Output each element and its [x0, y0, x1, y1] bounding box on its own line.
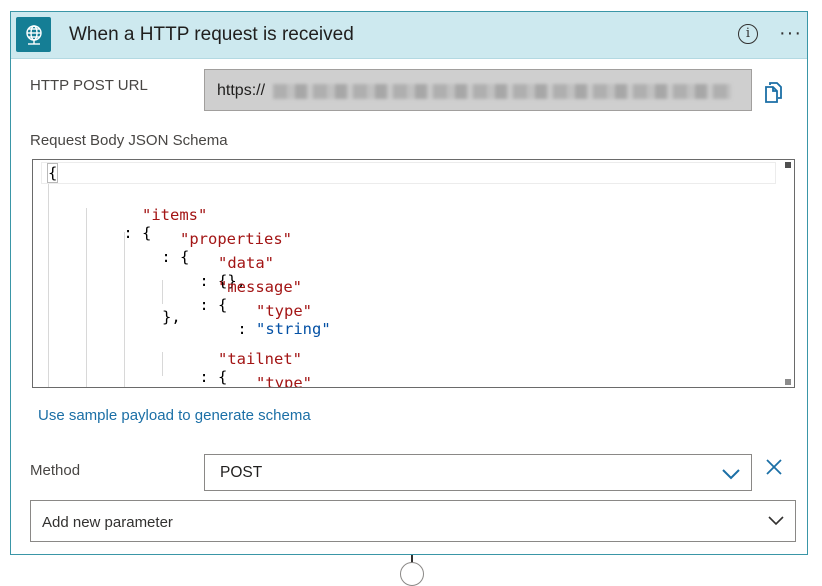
method-dropdown[interactable]: POST: [204, 454, 752, 491]
json-schema-editor[interactable]: { "items" : { "properties" : { "data" : …: [32, 159, 795, 388]
scroll-marker-top: [785, 162, 791, 168]
indent-guide: [48, 184, 49, 387]
globe-request-icon: [16, 17, 51, 52]
chevron-down-icon: [767, 514, 785, 533]
code-line: {: [48, 164, 58, 182]
add-parameter-placeholder: Add new parameter: [42, 514, 173, 531]
ellipsis-icon[interactable]: ···: [779, 22, 802, 45]
current-line-highlight: [41, 162, 776, 184]
card-header[interactable]: When a HTTP request is received i ···: [11, 12, 807, 59]
code-line: },: [162, 308, 181, 326]
schema-label: Request Body JSON Schema: [30, 132, 228, 149]
chevron-down-icon: [721, 463, 741, 488]
close-icon[interactable]: [765, 458, 783, 481]
copy-icon[interactable]: [763, 80, 785, 104]
add-new-parameter-dropdown[interactable]: Add new parameter: [30, 500, 796, 542]
card-title: When a HTTP request is received: [69, 24, 354, 45]
json-type-string: "type": [256, 374, 312, 388]
method-label: Method: [30, 462, 81, 479]
http-post-url-label: HTTP POST URL: [30, 77, 148, 94]
code-line: "type" : "string": [200, 356, 331, 388]
json-type-string: "type": [256, 302, 312, 320]
scroll-marker-bottom: [785, 379, 791, 385]
editor-scrollbar[interactable]: [780, 160, 794, 387]
url-redacted: [273, 84, 731, 99]
method-value: POST: [220, 464, 263, 481]
trigger-card: When a HTTP request is received i ··· HT…: [10, 11, 808, 555]
code-line: "type" : "string": [200, 284, 330, 338]
info-icon[interactable]: i: [738, 24, 758, 44]
http-post-url-field[interactable]: https://: [204, 69, 752, 111]
add-step-button[interactable]: [400, 562, 424, 586]
use-sample-payload-link[interactable]: Use sample payload to generate schema: [38, 407, 311, 424]
url-prefix-text: https://: [217, 82, 266, 99]
